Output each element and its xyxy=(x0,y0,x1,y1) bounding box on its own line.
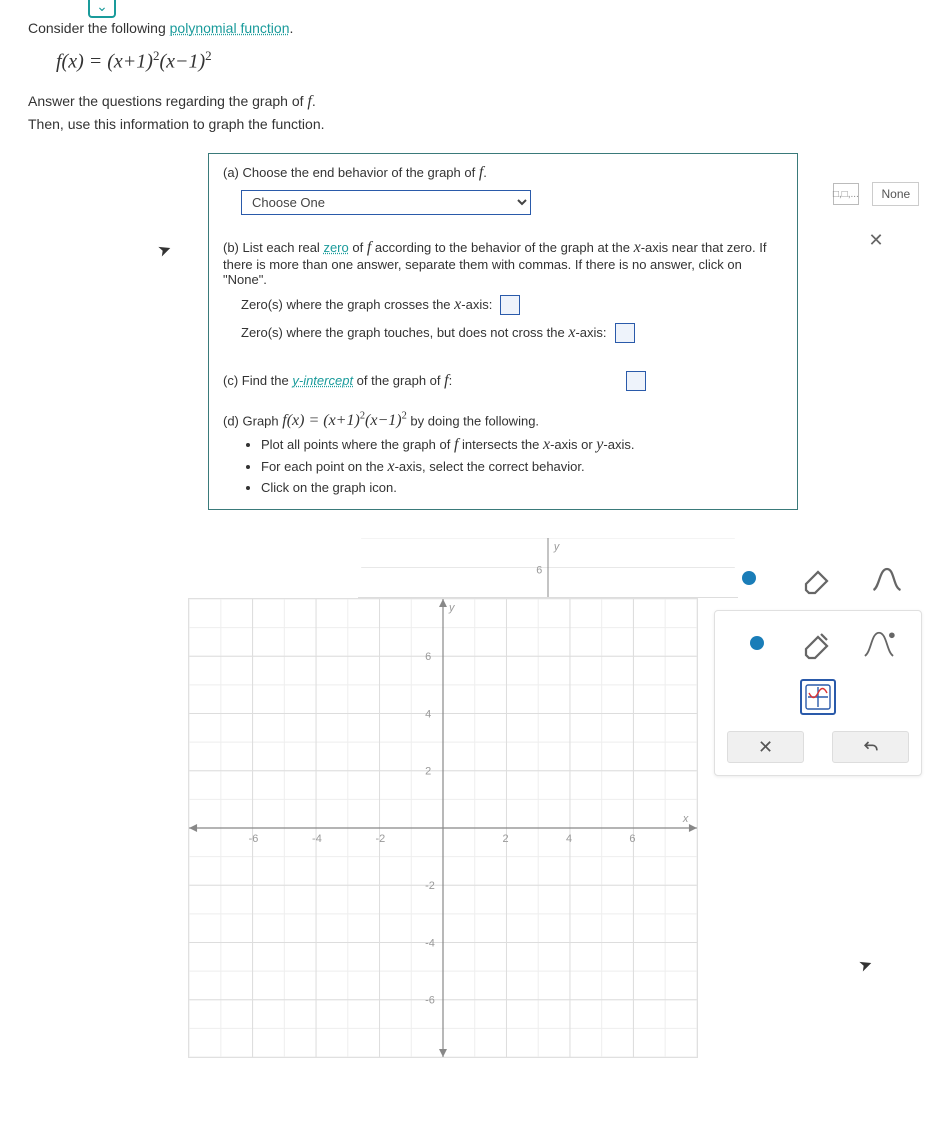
instructions: Answer the questions regarding the graph… xyxy=(28,90,906,135)
question-box: (a) Choose the end behavior of the graph… xyxy=(208,153,798,510)
part-c: (c) Find the y-intercept of the graph of… xyxy=(209,361,797,401)
svg-text:-6: -6 xyxy=(425,995,435,1007)
svg-text:-6: -6 xyxy=(249,833,259,845)
behavior-curve-tool[interactable] xyxy=(861,625,897,661)
point-tool-small[interactable] xyxy=(731,560,767,596)
svg-text:6: 6 xyxy=(536,564,542,576)
svg-text:6: 6 xyxy=(425,651,431,663)
graph-top-fragment: y 6 xyxy=(358,538,738,598)
svg-text:6: 6 xyxy=(629,833,635,845)
svg-text:-4: -4 xyxy=(312,833,322,845)
graph-icon-tool[interactable] xyxy=(800,679,836,715)
touches-row: Zero(s) where the graph touches, but doe… xyxy=(223,323,783,343)
eraser-tool[interactable] xyxy=(800,625,836,661)
end-behavior-select[interactable]: Choose One xyxy=(241,190,531,215)
tool-row-1 xyxy=(714,558,922,598)
svg-text:y: y xyxy=(553,541,560,553)
svg-text:4: 4 xyxy=(425,708,431,720)
intro-text: Consider the following polynomial functi… xyxy=(28,20,906,36)
coordinate-plane[interactable]: -6 -4 -2 2 4 6 -6 -4 -2 2 4 6 y x xyxy=(188,598,698,1058)
svg-text:x: x xyxy=(682,813,689,825)
side-palette: □,□,... None ✕ xyxy=(826,178,926,270)
svg-text:2: 2 xyxy=(425,766,431,778)
eraser-tool-small[interactable] xyxy=(800,560,836,596)
tool-undo-button[interactable] xyxy=(832,731,909,763)
svg-text:-2: -2 xyxy=(425,880,435,892)
chevron-down-icon[interactable]: ⌄ xyxy=(88,0,116,18)
yintercept-input[interactable] xyxy=(626,371,646,391)
tool-panel: ✕ xyxy=(714,610,922,776)
zero-link[interactable]: zero xyxy=(323,240,348,255)
svg-text:-4: -4 xyxy=(425,937,435,949)
part-d: (d) Graph f(x) = (x+1)2(x−1)2 by doing t… xyxy=(209,401,797,509)
touches-input[interactable] xyxy=(615,323,635,343)
polynomial-function-link[interactable]: polynomial function xyxy=(170,20,290,36)
crosses-input[interactable] xyxy=(500,295,520,315)
y-intercept-link[interactable]: y-intercept xyxy=(292,373,353,388)
d-step-1: Plot all points where the graph of f int… xyxy=(261,436,783,454)
crosses-row: Zero(s) where the graph crosses the x-ax… xyxy=(223,295,783,315)
part-b: (b) List each real zero of f according t… xyxy=(209,229,797,361)
d-step-3: Click on the graph icon. xyxy=(261,480,783,495)
tool-clear-button[interactable]: ✕ xyxy=(727,731,804,763)
point-tool[interactable] xyxy=(739,625,775,661)
svg-text:2: 2 xyxy=(502,833,508,845)
svg-text:-2: -2 xyxy=(376,833,386,845)
svg-text:4: 4 xyxy=(566,833,572,845)
svg-text:y: y xyxy=(448,602,456,614)
list-format-icon[interactable]: □,□,... xyxy=(833,183,859,205)
none-button[interactable]: None xyxy=(872,182,919,206)
d-step-2: For each point on the x-axis, select the… xyxy=(261,458,783,476)
side-close-icon[interactable]: ✕ xyxy=(864,226,887,255)
curve-tool-small[interactable] xyxy=(869,560,905,596)
formula-display: f(x) = (x+1)2(x−1)2 xyxy=(56,48,906,74)
part-a: (a) Choose the end behavior of the graph… xyxy=(209,154,797,229)
